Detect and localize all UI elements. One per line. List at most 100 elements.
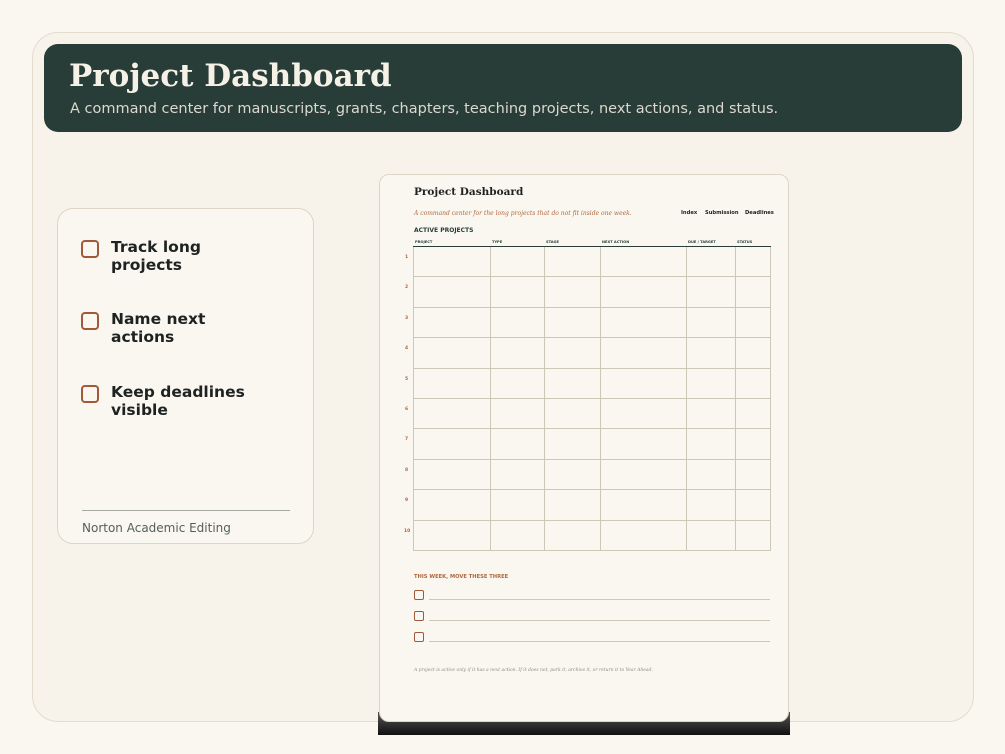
table-cell[interactable] xyxy=(413,307,490,338)
features-card: Track long projects Name next actions Ke… xyxy=(57,208,314,544)
table-cell[interactable] xyxy=(490,429,544,459)
hero-banner: Project Dashboard A command center for m… xyxy=(44,44,962,132)
table-cell[interactable] xyxy=(490,459,544,490)
table-cell[interactable] xyxy=(413,429,490,459)
col-project: PROJECT xyxy=(415,240,433,244)
table-cell[interactable] xyxy=(600,247,686,277)
table-cell[interactable] xyxy=(735,429,771,459)
table-cell[interactable] xyxy=(490,368,544,398)
table-cell[interactable] xyxy=(686,338,735,368)
brand-name: Norton Academic Editing xyxy=(82,521,231,535)
table-cell[interactable] xyxy=(600,307,686,338)
table-cell[interactable] xyxy=(600,520,686,550)
table-cell[interactable] xyxy=(686,368,735,398)
table-cell[interactable] xyxy=(490,398,544,429)
table-cell[interactable] xyxy=(600,398,686,429)
table-cell[interactable] xyxy=(735,398,771,429)
table-cell[interactable] xyxy=(544,490,600,520)
row-number: 8 xyxy=(405,467,409,473)
table-cell[interactable] xyxy=(544,368,600,398)
table-cell[interactable] xyxy=(490,520,544,550)
checkbox-icon xyxy=(81,240,99,258)
table-cell[interactable] xyxy=(686,307,735,338)
table-row xyxy=(413,307,771,339)
table-cell[interactable] xyxy=(735,277,771,307)
table-cell[interactable] xyxy=(600,277,686,307)
table-cell[interactable] xyxy=(686,429,735,459)
col-type: TYPE xyxy=(492,240,503,244)
table-cell[interactable] xyxy=(490,338,544,368)
row-number: 10 xyxy=(404,528,411,534)
table-cell[interactable] xyxy=(686,459,735,490)
sheet-footnote: A project is active only if it has a nex… xyxy=(414,668,653,673)
table-cell[interactable] xyxy=(735,247,771,277)
table-cell[interactable] xyxy=(735,520,771,550)
feature-item: Track long projects xyxy=(81,234,271,274)
table-row xyxy=(413,490,771,521)
table-cell[interactable] xyxy=(490,247,544,277)
table-cell[interactable] xyxy=(735,338,771,368)
table-cell[interactable] xyxy=(413,459,490,490)
feature-item: Name next actions xyxy=(81,306,271,346)
table-cell[interactable] xyxy=(686,520,735,550)
card-divider xyxy=(82,510,290,511)
week-item[interactable] xyxy=(414,590,770,601)
row-number: 7 xyxy=(405,437,409,443)
table-cell[interactable] xyxy=(600,459,686,490)
col-stage: STAGE xyxy=(546,240,559,244)
row-number: 1 xyxy=(405,255,409,260)
table-cell[interactable] xyxy=(686,277,735,307)
table-cell[interactable] xyxy=(600,429,686,459)
write-line xyxy=(429,620,770,621)
sheet-nav-index[interactable]: Index xyxy=(681,210,697,216)
week-item[interactable] xyxy=(414,611,770,622)
table-row xyxy=(413,338,771,369)
table-row xyxy=(413,459,771,491)
checkbox-icon[interactable] xyxy=(414,611,424,621)
sheet-subtitle: A command center for the long projects t… xyxy=(414,210,632,217)
table-cell[interactable] xyxy=(413,520,490,550)
feature-label: Name next actions xyxy=(111,310,206,346)
col-next-action: NEXT ACTION xyxy=(602,240,630,244)
week-item[interactable] xyxy=(414,632,770,643)
table-body xyxy=(413,247,771,551)
table-cell[interactable] xyxy=(490,277,544,307)
table-cell[interactable] xyxy=(413,368,490,398)
checkbox-icon xyxy=(81,312,99,330)
table-cell[interactable] xyxy=(600,490,686,520)
checkbox-icon[interactable] xyxy=(414,632,424,642)
table-row xyxy=(413,520,771,551)
feature-label: Keep deadlines visible xyxy=(111,383,245,419)
table-cell[interactable] xyxy=(413,247,490,277)
table-cell[interactable] xyxy=(490,307,544,338)
table-cell[interactable] xyxy=(544,338,600,368)
table-cell[interactable] xyxy=(413,338,490,368)
table-cell[interactable] xyxy=(735,368,771,398)
table-cell[interactable] xyxy=(686,490,735,520)
table-cell[interactable] xyxy=(600,368,686,398)
table-cell[interactable] xyxy=(544,277,600,307)
table-cell[interactable] xyxy=(544,307,600,338)
sheet-nav-submission[interactable]: Submission xyxy=(705,210,739,216)
table-cell[interactable] xyxy=(413,490,490,520)
table-cell[interactable] xyxy=(735,490,771,520)
checkbox-icon[interactable] xyxy=(414,590,424,600)
table-cell[interactable] xyxy=(686,398,735,429)
table-row xyxy=(413,368,771,399)
table-cell[interactable] xyxy=(600,338,686,368)
row-number: 6 xyxy=(405,407,409,412)
table-cell[interactable] xyxy=(735,459,771,490)
this-week-heading: THIS WEEK, MOVE THESE THREE xyxy=(414,574,509,580)
table-cell[interactable] xyxy=(735,307,771,338)
table-cell[interactable] xyxy=(686,247,735,277)
table-cell[interactable] xyxy=(544,459,600,490)
table-cell[interactable] xyxy=(413,277,490,307)
table-cell[interactable] xyxy=(544,520,600,550)
table-cell[interactable] xyxy=(413,398,490,429)
table-cell[interactable] xyxy=(490,490,544,520)
table-cell[interactable] xyxy=(544,247,600,277)
feature-item: Keep deadlines visible xyxy=(81,379,271,419)
table-cell[interactable] xyxy=(544,398,600,429)
table-cell[interactable] xyxy=(544,429,600,459)
sheet-nav-deadlines[interactable]: Deadlines xyxy=(745,210,774,216)
